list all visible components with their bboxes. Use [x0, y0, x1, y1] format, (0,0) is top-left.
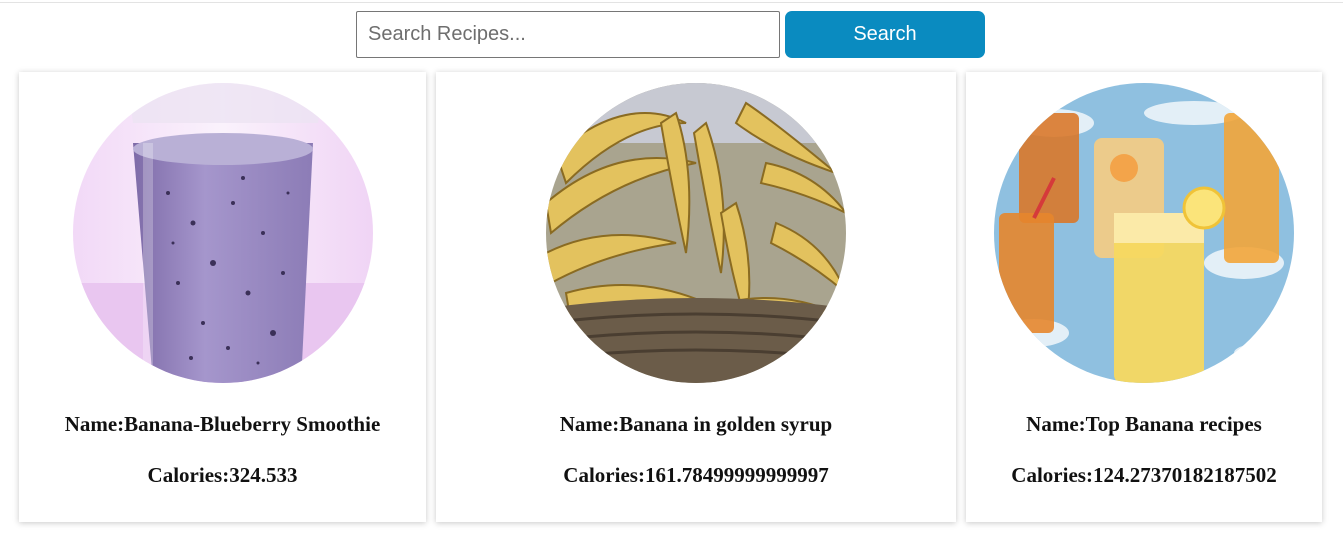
search-input[interactable]: [356, 11, 780, 58]
recipe-image-iced-drinks: [994, 83, 1294, 383]
recipe-card[interactable]: Name:Banana-Blueberry Smoothie Calories:…: [19, 72, 426, 522]
recipe-card[interactable]: Name:Top Banana recipes Calories:124.273…: [966, 72, 1322, 522]
recipe-calories: Calories:124.27370182187502: [1011, 463, 1277, 487]
recipe-calories: Calories:324.533: [147, 463, 298, 487]
search-button[interactable]: Search: [785, 11, 985, 58]
search-bar: Search: [356, 11, 985, 58]
recipe-name: Name:Banana in golden syrup: [559, 412, 833, 436]
top-divider: [0, 2, 1343, 3]
recipe-image-blueberry-smoothie: [73, 83, 373, 383]
recipe-calories: Calories:161.78499999999997: [563, 463, 829, 487]
recipe-name: Name:Top Banana recipes: [1026, 412, 1262, 436]
recipe-name: Name:Banana-Blueberry Smoothie: [64, 412, 381, 436]
recipe-image-banana-basket: [546, 83, 846, 383]
recipe-card[interactable]: Name:Banana in golden syrup Calories:161…: [436, 72, 956, 522]
